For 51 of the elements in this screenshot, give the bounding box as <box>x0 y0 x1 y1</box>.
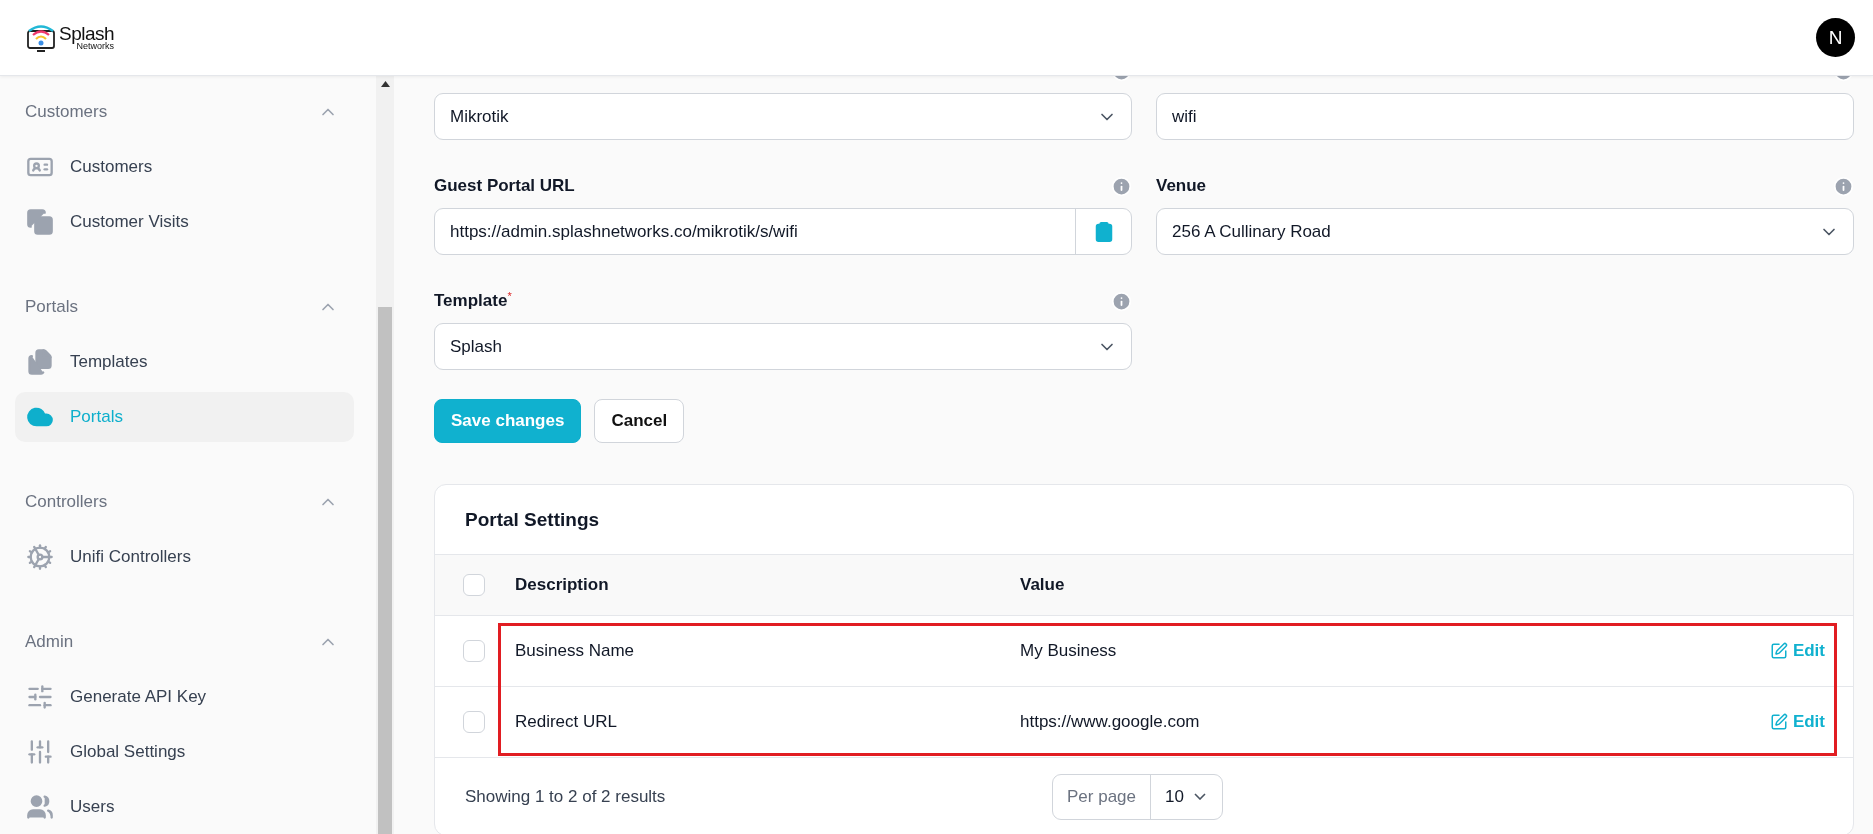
sidebar-section-title: Admin <box>25 632 74 652</box>
user-avatar[interactable]: N <box>1816 18 1855 57</box>
results-summary: Showing 1 to 2 of 2 results <box>465 786 666 807</box>
scrollbar[interactable] <box>376 76 394 834</box>
select-field[interactable]: Splash <box>434 323 1132 370</box>
checkbox[interactable] <box>463 574 485 596</box>
sidebar-item-icon <box>26 683 54 711</box>
sidebar-item-icon <box>26 348 54 376</box>
checkbox[interactable] <box>463 640 485 662</box>
column-header: Value <box>1020 575 1066 595</box>
sidebar-section-title: Portals <box>25 297 78 317</box>
scrollbar-thumb[interactable] <box>378 307 392 834</box>
sidebar-item[interactable]: Customer Visits <box>15 197 354 247</box>
sidebar-item[interactable]: Unifi Controllers <box>15 532 354 582</box>
field-label: Template <box>434 291 508 311</box>
table-cell-text: My Business <box>1020 641 1118 661</box>
sidebar-item[interactable]: Generate API Key <box>15 672 354 722</box>
sidebar-item[interactable]: Customers <box>15 142 354 192</box>
sidebar-item-icon <box>26 208 54 236</box>
per-page-select[interactable]: Per page 10 <box>1052 773 1223 820</box>
column-header: Description <box>515 575 610 595</box>
field-label: Guest Portal URL <box>434 176 575 195</box>
info-icon[interactable] <box>1833 175 1854 197</box>
logo-text: Splash <box>59 24 115 43</box>
sidebar-item-icon <box>26 793 54 821</box>
edit-icon <box>1769 642 1788 660</box>
checkbox[interactable] <box>463 711 485 733</box>
sidebar-item-icon <box>26 543 54 571</box>
scroll-up-icon[interactable] <box>380 81 390 87</box>
table-cell-text: Business Name <box>515 641 636 661</box>
logo-icon <box>26 22 56 53</box>
table-cell-text: https://www.google.com <box>1020 712 1201 732</box>
logo-tagline: Networks <box>76 42 115 51</box>
table-cell-text: Redirect URL <box>515 712 619 732</box>
chevron-down-icon <box>1193 793 1206 800</box>
sidebar-item-icon <box>26 738 54 766</box>
info-icon[interactable] <box>1111 290 1132 312</box>
sidebar-item[interactable]: Templates <box>15 337 354 387</box>
info-icon[interactable] <box>1111 175 1132 197</box>
sidebar-section-title: Customers <box>25 102 108 122</box>
field-label: Venue <box>1156 176 1207 195</box>
input-field[interactable]: https://admin.splashnetworks.co/mikrotik/s/wifi <box>434 208 1132 255</box>
cancel-button[interactable]: Cancel <box>594 399 685 443</box>
input-field[interactable]: wifi <box>1156 93 1854 140</box>
sidebar-section-title: Controllers <box>25 492 108 512</box>
edit-icon <box>1769 713 1788 731</box>
select-field[interactable]: Mikrotik <box>434 93 1132 140</box>
required-mark: * <box>507 290 512 303</box>
sidebar-item[interactable]: Global Settings <box>15 727 354 777</box>
select-field[interactable]: 256 A Cullinary Road <box>1156 208 1854 255</box>
sidebar-item[interactable]: Users <box>15 782 354 832</box>
